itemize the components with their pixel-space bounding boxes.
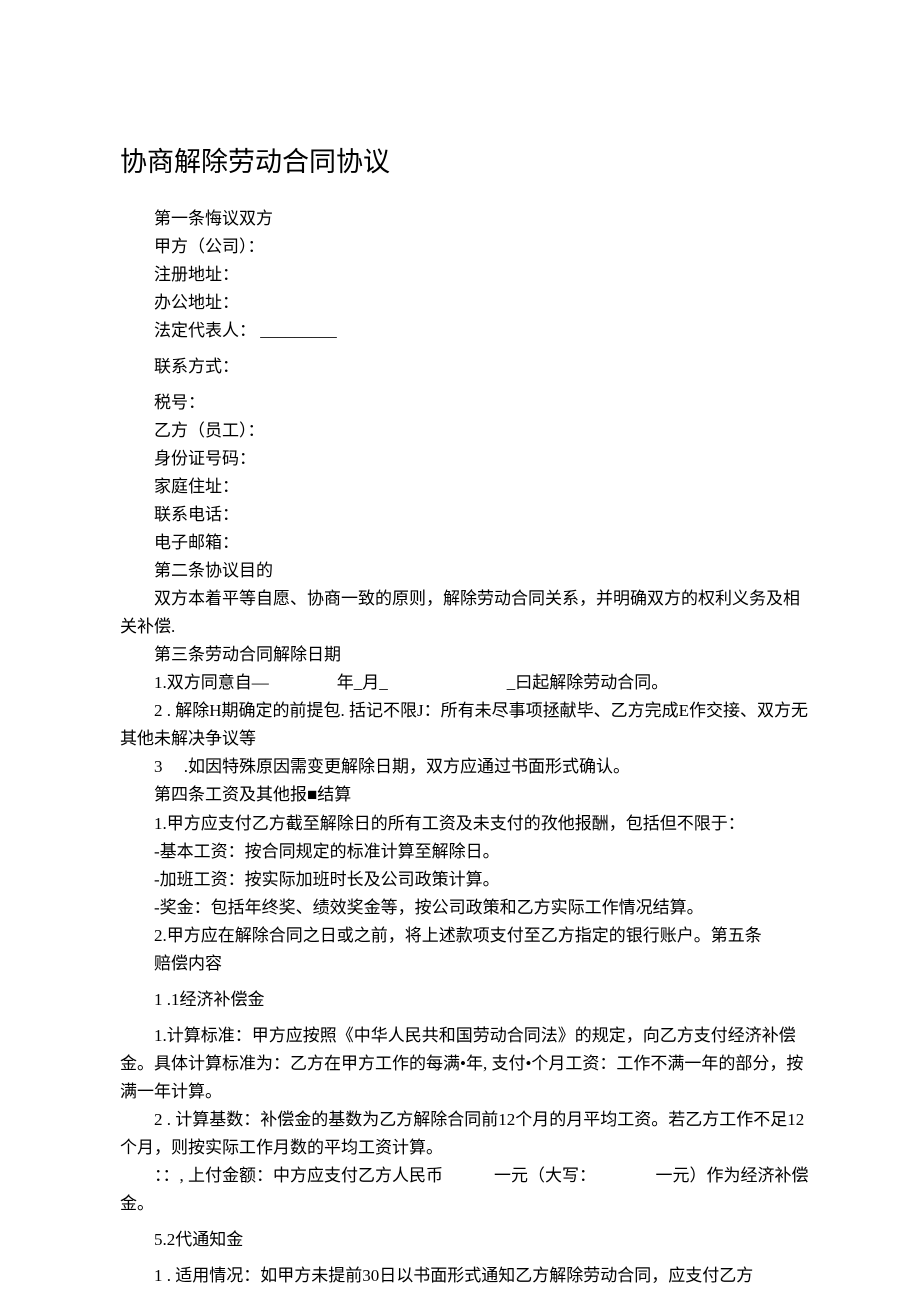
document-line: 家庭住址：: [120, 473, 810, 501]
document-line: 第四条工资及其他报■结算: [120, 781, 810, 809]
document-line: 1.甲方应支付乙方截至解除日的所有工资及未支付的孜他报酬，包括但不限于：: [120, 810, 810, 838]
document-line: 甲方（公司）：: [120, 233, 810, 261]
document-line: 1 .1经济补偿金: [120, 986, 810, 1014]
document-line: 第二条协议目的: [120, 557, 810, 585]
document-line: -加班工资：按实际加班时长及公司政策计算。: [120, 866, 810, 894]
document-line: 法定代表人： _________: [120, 317, 810, 345]
document-line: 2.甲方应在解除合同之日或之前，将上述款项支付至乙方指定的银行账户。第五条: [120, 922, 810, 950]
document-line: 办公地址：: [120, 289, 810, 317]
document-title: 协商解除劳动合同协议: [120, 140, 810, 185]
document-line: 双方本着平等自愿、协商一致的原则，解除劳动合同关系，并明确双方的权利义务及相关补…: [120, 585, 810, 641]
document-line: 1.双方同意自— 年_月_ _曰起解除劳动合同。: [120, 669, 810, 697]
document-line: ：：, 上付金额：中方应支付乙方人民币 一元（大写： 一元）作为经济补偿金。: [120, 1162, 810, 1218]
document-line: -基本工资：按合同规定的标准计算至解除日。: [120, 838, 810, 866]
document-line: 联系电话：: [120, 501, 810, 529]
document-line: 第一条悔议双方: [120, 205, 810, 233]
document-line: 注册地址：: [120, 261, 810, 289]
document-line: 5.2代通知金: [120, 1226, 810, 1254]
document-line: 联系方式：: [120, 353, 810, 381]
document-line: 第三条劳动合同解除日期: [120, 641, 810, 669]
document-line: 2 . 解除H期确定的前提包. 括记不限J：所有未尽事项拯献毕、乙方完成E作交接…: [120, 697, 810, 753]
document-line: -奖金：包括年终奖、绩效奖金等，按公司政策和乙方实际工作情况结算。: [120, 894, 810, 922]
document-line: 乙方（员工）：: [120, 417, 810, 445]
document-line: 3 .如因特殊原因需变更解除日期，双方应通过书面形式确认。: [120, 753, 810, 781]
document-line: 1.计算标准：甲方应按照《中华人民共和国劳动合同法》的规定，向乙方支付经济补偿金…: [120, 1022, 810, 1106]
document-body: 第一条悔议双方甲方（公司）：注册地址：办公地址：法定代表人： _________…: [120, 205, 810, 1291]
document-line: 身份证号码：: [120, 445, 810, 473]
document-line: 赔偿内容: [120, 950, 810, 978]
document-line: 税号：: [120, 389, 810, 417]
document-line: 1 . 适用情况：如甲方未提前30日以书面形式通知乙方解除劳动合同，应支付乙方: [120, 1262, 810, 1290]
document-line: 电子邮箱：: [120, 529, 810, 557]
document-line: 2 . 计算基数：补偿金的基数为乙方解除合同前12个月的月平均工资。若乙方工作不…: [120, 1106, 810, 1162]
